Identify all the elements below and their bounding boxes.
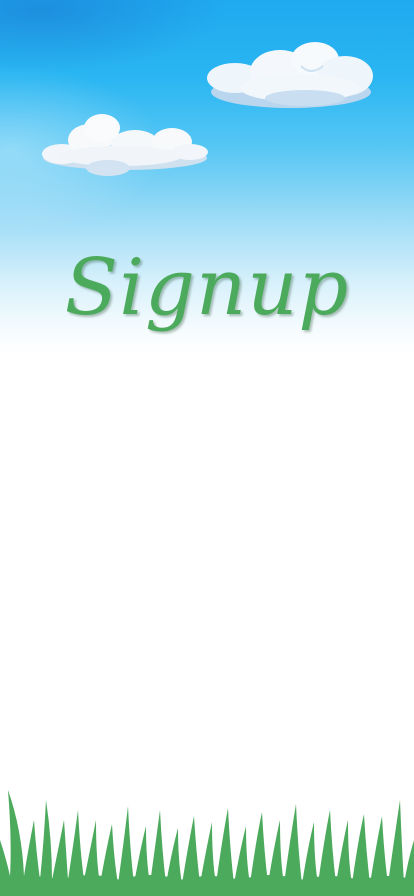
page-title: Signup (64, 243, 350, 333)
grass-decoration (0, 790, 414, 896)
cloud-icon (207, 42, 373, 108)
cloud-icon (42, 114, 208, 176)
signup-screen: Signup (0, 0, 414, 896)
